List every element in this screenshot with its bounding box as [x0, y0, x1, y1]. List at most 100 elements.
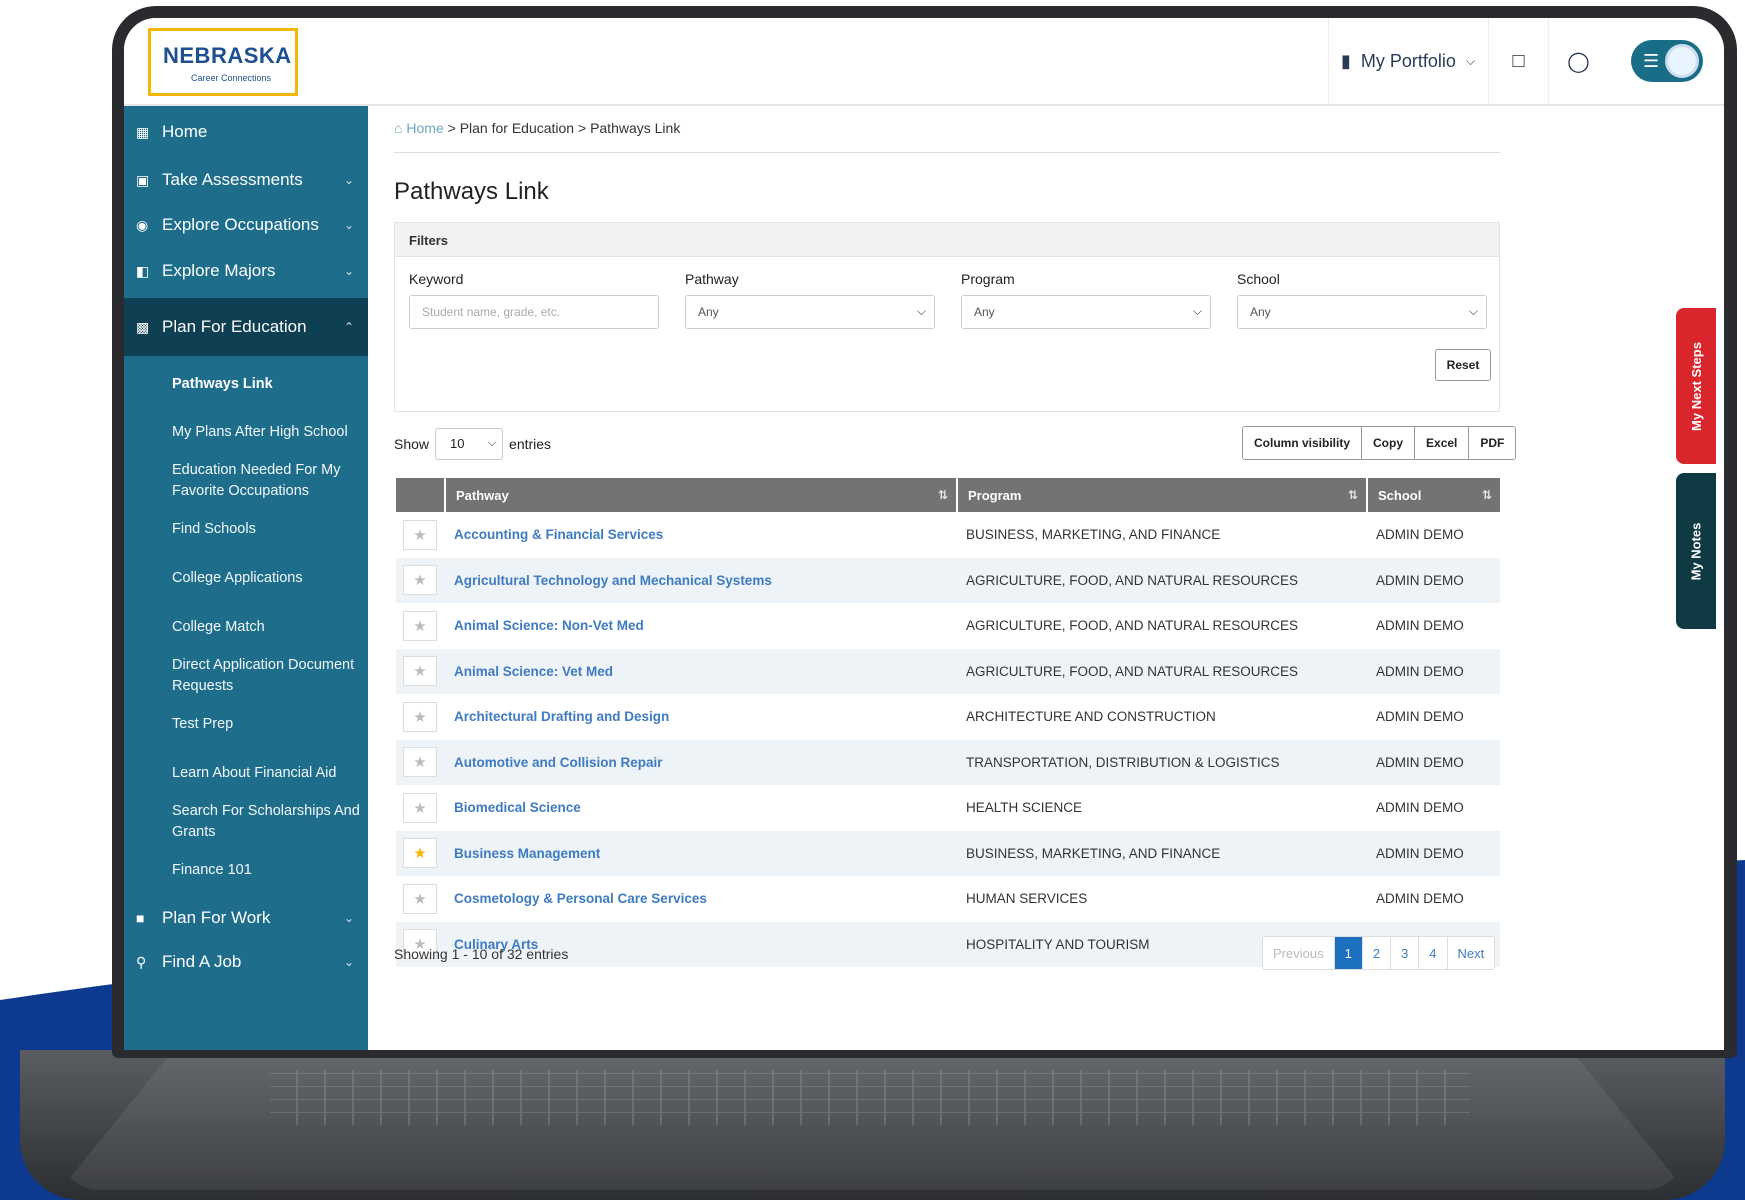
chat-icon[interactable]: □	[1488, 18, 1548, 104]
pathway-link[interactable]: Animal Science: Vet Med	[444, 664, 956, 679]
sidebar-item-label: Home	[162, 122, 208, 141]
pathway-link[interactable]: Cosmetology & Personal Care Services	[444, 891, 956, 906]
sidebar-item-home[interactable]: ▦ Home	[124, 110, 368, 154]
favorite-cell: ★	[396, 656, 444, 687]
program-cell: BUSINESS, MARKETING, AND FINANCE	[966, 845, 1221, 861]
table-row[interactable]: ★ Animal Science: Non-Vet Med AGRICULTURE,…	[396, 603, 1500, 649]
keyword-label: Keyword	[409, 271, 464, 287]
sidebar-subitem-college-applications[interactable]: College Applications	[172, 568, 362, 589]
school-cell: ADMIN DEMO	[1376, 891, 1464, 907]
star-icon[interactable]: ★	[403, 838, 437, 869]
sidebar-item-explore-occupations[interactable]: ◉ Explore Occupations ⌄	[124, 203, 368, 247]
sidebar-subitem-finance-101[interactable]: Finance 101	[172, 860, 362, 881]
table-row[interactable]: ★ Accounting & Financial Services BUSINESS…	[396, 512, 1500, 558]
sidebar-item-take-assessments[interactable]: ▣ Take Assessments ⌄	[124, 158, 368, 202]
breadcrumb-current: Pathways Link	[590, 120, 681, 136]
page-2-button[interactable]: 2	[1361, 937, 1391, 969]
pagination: Previous 1 2 3 4 Next	[1262, 936, 1496, 970]
star-icon[interactable]: ★	[403, 610, 437, 641]
table-row[interactable]: ★ Architectural Drafting and Design ARCHIT…	[396, 694, 1500, 740]
chevron-down-icon: ⌄	[343, 955, 354, 969]
pathway-link[interactable]: Biomedical Science	[444, 800, 956, 815]
favorite-cell: ★	[396, 701, 444, 732]
sidebar-item-label: Explore Occupations	[162, 215, 319, 234]
globe-icon[interactable]: ◯	[1548, 18, 1608, 104]
sidebar-subitem-college-match[interactable]: College Match	[172, 617, 362, 638]
sidebar-subitem-financial-aid[interactable]: Learn About Financial Aid	[172, 763, 362, 784]
sidebar-item-plan-for-education[interactable]: ▩ Plan For Education ⌃	[124, 298, 368, 356]
table-row[interactable]: ★ Cosmetology & Personal Care Services HUM…	[396, 876, 1500, 922]
column-visibility-button[interactable]: Column visibility	[1243, 427, 1362, 459]
pathway-link[interactable]: Architectural Drafting and Design	[444, 709, 956, 724]
star-icon[interactable]: ★	[403, 519, 437, 550]
menu-toggle[interactable]: ☰	[1631, 40, 1703, 82]
table-row[interactable]: ★ Business Management BUSINESS, MARKETING,…	[396, 830, 1500, 876]
breadcrumb-home[interactable]: ⌂ Home	[394, 120, 444, 136]
page-4-button[interactable]: 4	[1418, 937, 1447, 969]
excel-button[interactable]: Excel	[1414, 427, 1469, 459]
sidebar-item-plan-for-work[interactable]: ■ Plan For Work ⌄	[124, 896, 368, 940]
header-program[interactable]: Program ⇅	[956, 478, 1366, 512]
star-icon[interactable]: ★	[403, 565, 437, 596]
sidebar-subitem-pathways-link[interactable]: Pathways Link	[172, 374, 362, 395]
my-portfolio-menu[interactable]: ▮ My Portfolio ⌵	[1328, 18, 1488, 104]
keyword-input[interactable]: Student name, grade, etc.	[409, 295, 659, 329]
page-3-button[interactable]: 3	[1390, 937, 1419, 969]
breadcrumb-plan-for-education[interactable]: Plan for Education	[460, 120, 574, 136]
pathway-link[interactable]: Accounting & Financial Services	[444, 527, 956, 542]
sidebar-item-explore-majors[interactable]: ◧ Explore Majors ⌄	[124, 249, 368, 293]
sidebar-subitem-find-schools[interactable]: Find Schools	[172, 519, 362, 540]
star-icon[interactable]: ★	[403, 747, 437, 778]
sidebar-subitem-education-needed[interactable]: Education Needed For My Favorite Occupat…	[172, 460, 362, 502]
pathway-select[interactable]: Any ⌵	[685, 295, 935, 329]
pathway-link[interactable]: Automotive and Collision Repair	[444, 755, 956, 770]
star-icon[interactable]: ★	[403, 792, 437, 823]
pathway-link[interactable]: Animal Science: Non-Vet Med	[444, 618, 956, 633]
sidebar-subitem-direct-application[interactable]: Direct Application Document Requests	[172, 655, 362, 697]
sidebar-subitem-scholarships[interactable]: Search For Scholarships And Grants	[172, 801, 362, 843]
my-next-steps-tab[interactable]: My Next Steps	[1676, 308, 1716, 464]
page-length-select[interactable]: 10 ⌵	[435, 428, 504, 460]
filters-panel: Filters Keyword Student name, grade, etc…	[394, 222, 1500, 412]
program-label: Program	[961, 271, 1015, 287]
nebraska-logo[interactable]: NEBRASKA Career Connections	[148, 28, 298, 96]
previous-page-button[interactable]: Previous	[1263, 937, 1334, 969]
show-label: Show	[394, 436, 430, 452]
pdf-button[interactable]: PDF	[1468, 427, 1516, 459]
page-1-button[interactable]: 1	[1333, 937, 1362, 969]
pathway-link[interactable]: Business Management	[444, 846, 956, 861]
program-cell: AGRICULTURE, FOOD, AND NATURAL RESOURCES	[966, 618, 1299, 634]
my-notes-tab[interactable]: My Notes	[1676, 473, 1716, 629]
program-cell: BUSINESS, MARKETING, AND FINANCE	[966, 527, 1221, 543]
school-select[interactable]: Any ⌵	[1237, 295, 1487, 329]
school-cell: ADMIN DEMO	[1376, 754, 1464, 770]
sidebar-subitem-my-plans[interactable]: My Plans After High School	[172, 422, 362, 443]
program-cell: AGRICULTURE, FOOD, AND NATURAL RESOURCES	[966, 572, 1299, 588]
sidebar-subitem-test-prep[interactable]: Test Prep	[172, 714, 362, 735]
marketing-stage: NEBRASKA Career Connections ▮ My Portfol…	[0, 0, 1745, 1200]
copy-button[interactable]: Copy	[1361, 427, 1415, 459]
sidebar-item-label: Plan For Education	[162, 317, 307, 336]
table-row[interactable]: ★ Animal Science: Vet Med AGRICULTURE, FOO…	[396, 648, 1500, 694]
sort-icon: ⇅	[1347, 488, 1358, 502]
header-pathway[interactable]: Pathway ⇅	[444, 478, 956, 512]
next-page-button[interactable]: Next	[1446, 937, 1495, 969]
table-info: Showing 1 - 10 of 32 entries	[394, 946, 569, 962]
star-icon[interactable]: ★	[403, 656, 437, 687]
my-notes-label: My Notes	[1688, 522, 1704, 580]
filters-heading: Filters	[395, 223, 1499, 257]
reset-button[interactable]: Reset	[1435, 349, 1491, 381]
header-school[interactable]: School ⇅	[1366, 478, 1500, 512]
table-row[interactable]: ★ Automotive and Collision Repair TRANSPOR…	[396, 739, 1500, 785]
favorite-cell: ★	[396, 838, 444, 869]
table-row[interactable]: ★ Biomedical Science HEALTH SCIENCE ADMIN D…	[396, 785, 1500, 831]
sidebar-item-find-a-job[interactable]: ⚲ Find A Job ⌄	[124, 940, 368, 984]
school-cell: ADMIN DEMO	[1376, 663, 1464, 679]
briefcase-icon: ■	[136, 910, 145, 926]
page-title: Pathways Link	[394, 178, 549, 205]
pathway-link[interactable]: Agricultural Technology and Mechanical S…	[444, 573, 956, 588]
star-icon[interactable]: ★	[403, 701, 437, 732]
program-select[interactable]: Any ⌵	[961, 295, 1211, 329]
table-row[interactable]: ★ Agricultural Technology and Mechanical …	[396, 557, 1500, 603]
star-icon[interactable]: ★	[403, 883, 437, 914]
